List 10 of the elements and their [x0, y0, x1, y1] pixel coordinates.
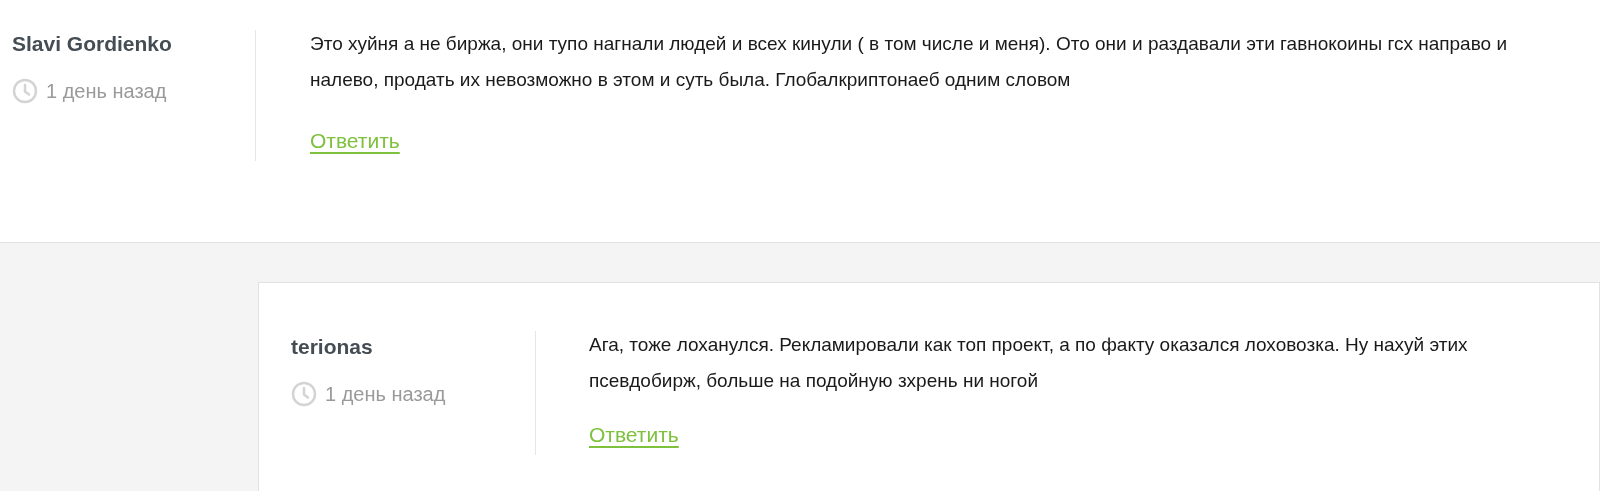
reply-link[interactable]: Ответить	[310, 125, 400, 157]
comment-text: Ага, тоже лоханулся. Рекламировали как топ проект, а по факту оказался лоховозка. Ну нахуй этих псевдобирж, больше на подойную зхрень ни ногой	[589, 333, 1469, 393]
comment-time: 1 день назад	[46, 79, 167, 104]
comment-text: Это хуйня а не биржа, они тупо нагнали людей и всех кинули ( в том числе и меня). Ото они и раздавали эти гавнокоины гсх направо и налево, продать их невозможно в этом и суть была. Глобалкриптонаеб одним словом	[310, 32, 1509, 92]
author-name: Slavi Gordienko	[12, 31, 173, 57]
reply-link[interactable]: Ответить	[589, 419, 679, 451]
clock-icon	[12, 78, 38, 104]
clock-icon	[291, 381, 317, 407]
comment-time: 1 день назад	[325, 382, 446, 407]
author-name: terionas	[291, 334, 374, 360]
